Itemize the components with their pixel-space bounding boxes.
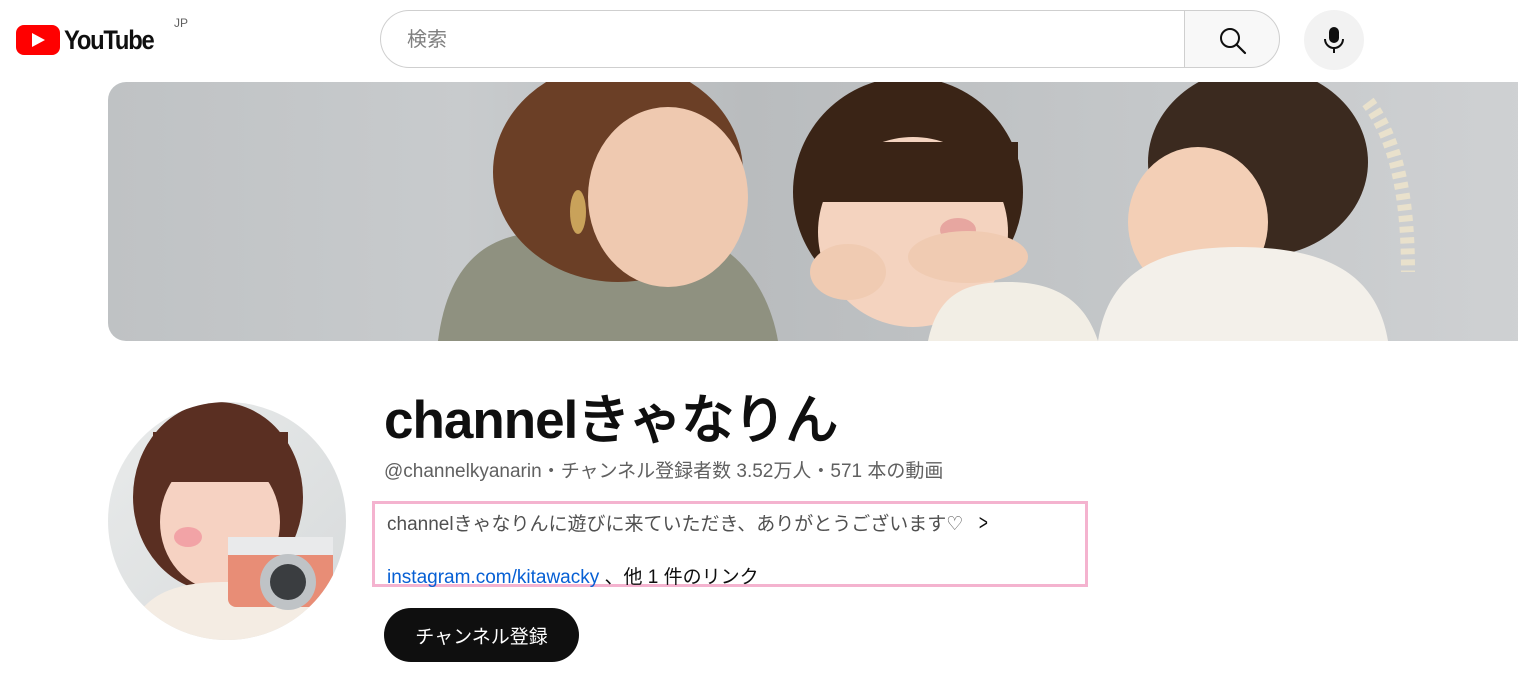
channel-description-highlight: channelきゃなりんに遊びに来ていただき、ありがとうございます♡ > ins… bbox=[372, 501, 1088, 589]
search-icon bbox=[1220, 28, 1247, 55]
mic-icon bbox=[1324, 27, 1344, 53]
channel-avatar[interactable] bbox=[108, 402, 346, 640]
channel-banner bbox=[108, 82, 1518, 341]
voice-search-button[interactable] bbox=[1304, 10, 1364, 70]
channel-meta: @channelkyanarin・チャンネル登録者数 3.52万人・571 本の… bbox=[384, 456, 943, 483]
youtube-play-icon bbox=[16, 25, 60, 55]
channel-name: channelきゃなりん bbox=[384, 391, 838, 450]
channel-handle: @channelkyanarin bbox=[384, 461, 542, 482]
search-box bbox=[380, 10, 1184, 69]
channel-description[interactable]: channelきゃなりんに遊びに来ていただき、ありがとうございます♡ > bbox=[387, 509, 990, 536]
search-input[interactable] bbox=[405, 11, 1169, 69]
youtube-logo[interactable]: YouTube JP bbox=[16, 16, 188, 56]
meta-separator: ・ bbox=[541, 461, 561, 482]
subscribe-button[interactable]: チャンネル登録 bbox=[384, 608, 579, 662]
description-text: channelきゃなりんに遊びに来ていただき、ありがとうございます♡ bbox=[387, 514, 964, 535]
instagram-link[interactable]: instagram.com/kitawacky bbox=[387, 567, 599, 588]
banner-photo bbox=[438, 82, 1415, 341]
chevron-right-icon: > bbox=[979, 509, 989, 535]
video-count: 571 本の動画 bbox=[830, 461, 944, 482]
logo-text: YouTube bbox=[64, 24, 155, 55]
more-links[interactable]: 、他 1 件のリンク bbox=[605, 567, 759, 588]
region-code: JP bbox=[174, 16, 189, 30]
avatar-photo bbox=[128, 402, 333, 640]
channel-links: instagram.com/kitawacky 、他 1 件のリンク bbox=[387, 562, 759, 589]
subscriber-count: チャンネル登録者数 3.52万人 bbox=[560, 461, 812, 482]
search-button[interactable] bbox=[1184, 10, 1280, 68]
meta-separator: ・ bbox=[811, 461, 831, 482]
